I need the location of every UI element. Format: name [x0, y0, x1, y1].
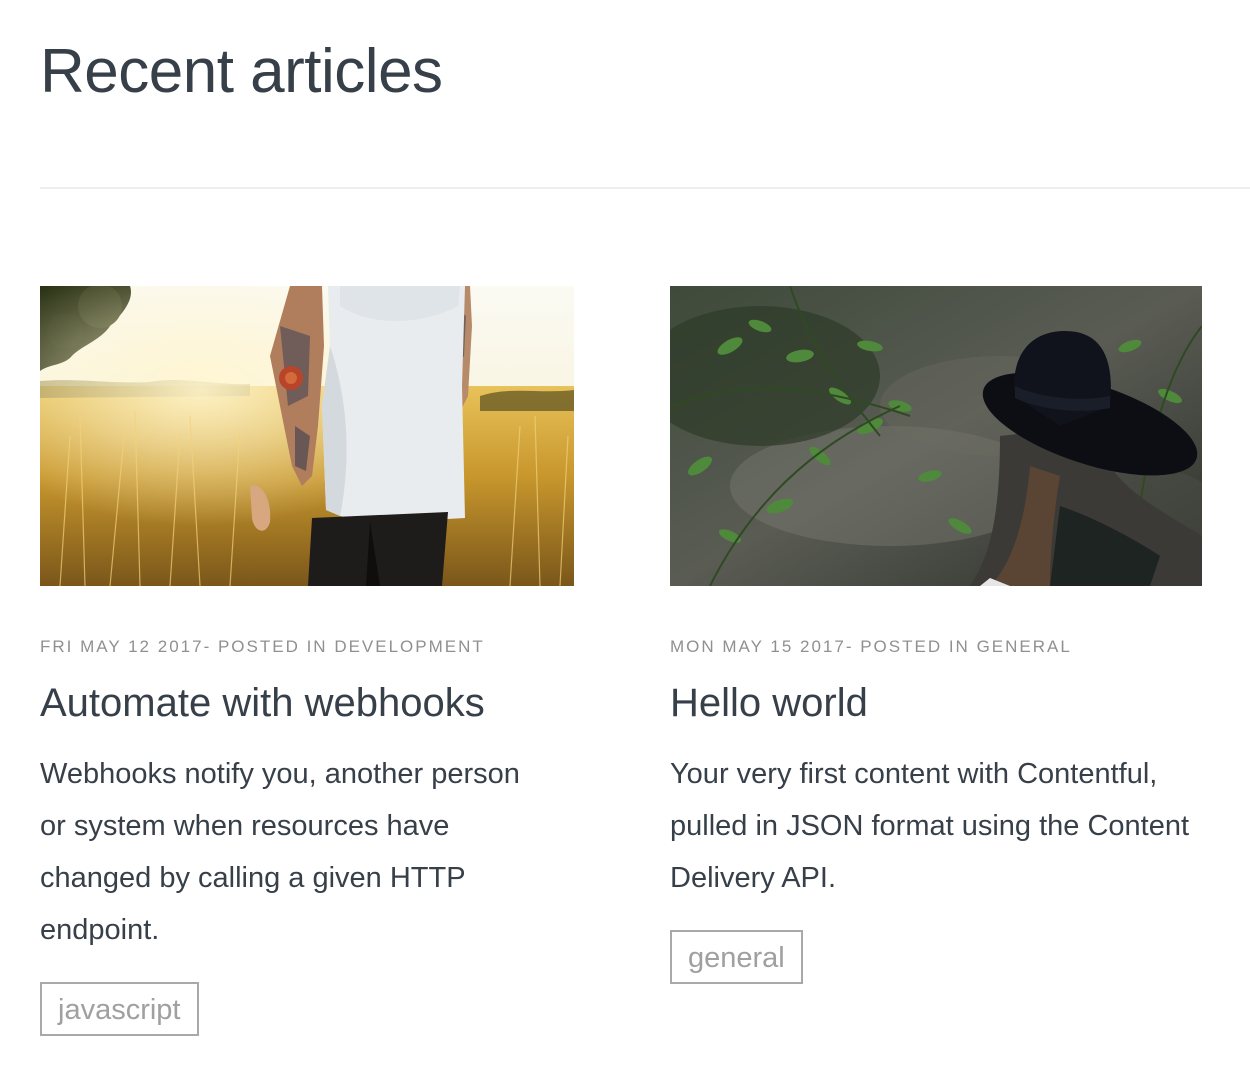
posted-in-label: - POSTED IN [203, 637, 328, 656]
tag-general[interactable]: general [670, 930, 803, 984]
article-card-hello-world: MON MAY 15 2017- POSTED IN GENERAL Hello… [670, 286, 1210, 984]
article-meta: FRI MAY 12 2017- POSTED IN DEVELOPMENT [40, 636, 485, 658]
field-photo [40, 286, 574, 586]
article-title[interactable]: Hello world [670, 676, 868, 730]
article-image[interactable] [40, 286, 574, 586]
article-description: Your very first content with Contentful,… [670, 758, 1190, 894]
article-meta: MON MAY 15 2017- POSTED IN GENERAL [670, 636, 1072, 658]
article-category[interactable]: GENERAL [977, 637, 1072, 656]
article-card-webhooks: FRI MAY 12 2017- POSTED IN DEVELOPMENT A… [40, 286, 600, 1036]
posted-in-label: - POSTED IN [845, 637, 970, 656]
divider [40, 187, 1250, 189]
tag-javascript[interactable]: javascript [40, 982, 199, 1036]
article-category[interactable]: DEVELOPMENT [334, 637, 484, 656]
article-image[interactable] [670, 286, 1202, 586]
forest-photo [670, 286, 1202, 586]
article-date: MON MAY 15 2017 [670, 637, 846, 656]
article-description: Webhooks notify you, another person or s… [40, 758, 520, 946]
page-title: Recent articles [40, 37, 443, 106]
article-title[interactable]: Automate with webhooks [40, 676, 485, 730]
article-date: FRI MAY 12 2017 [40, 637, 204, 656]
